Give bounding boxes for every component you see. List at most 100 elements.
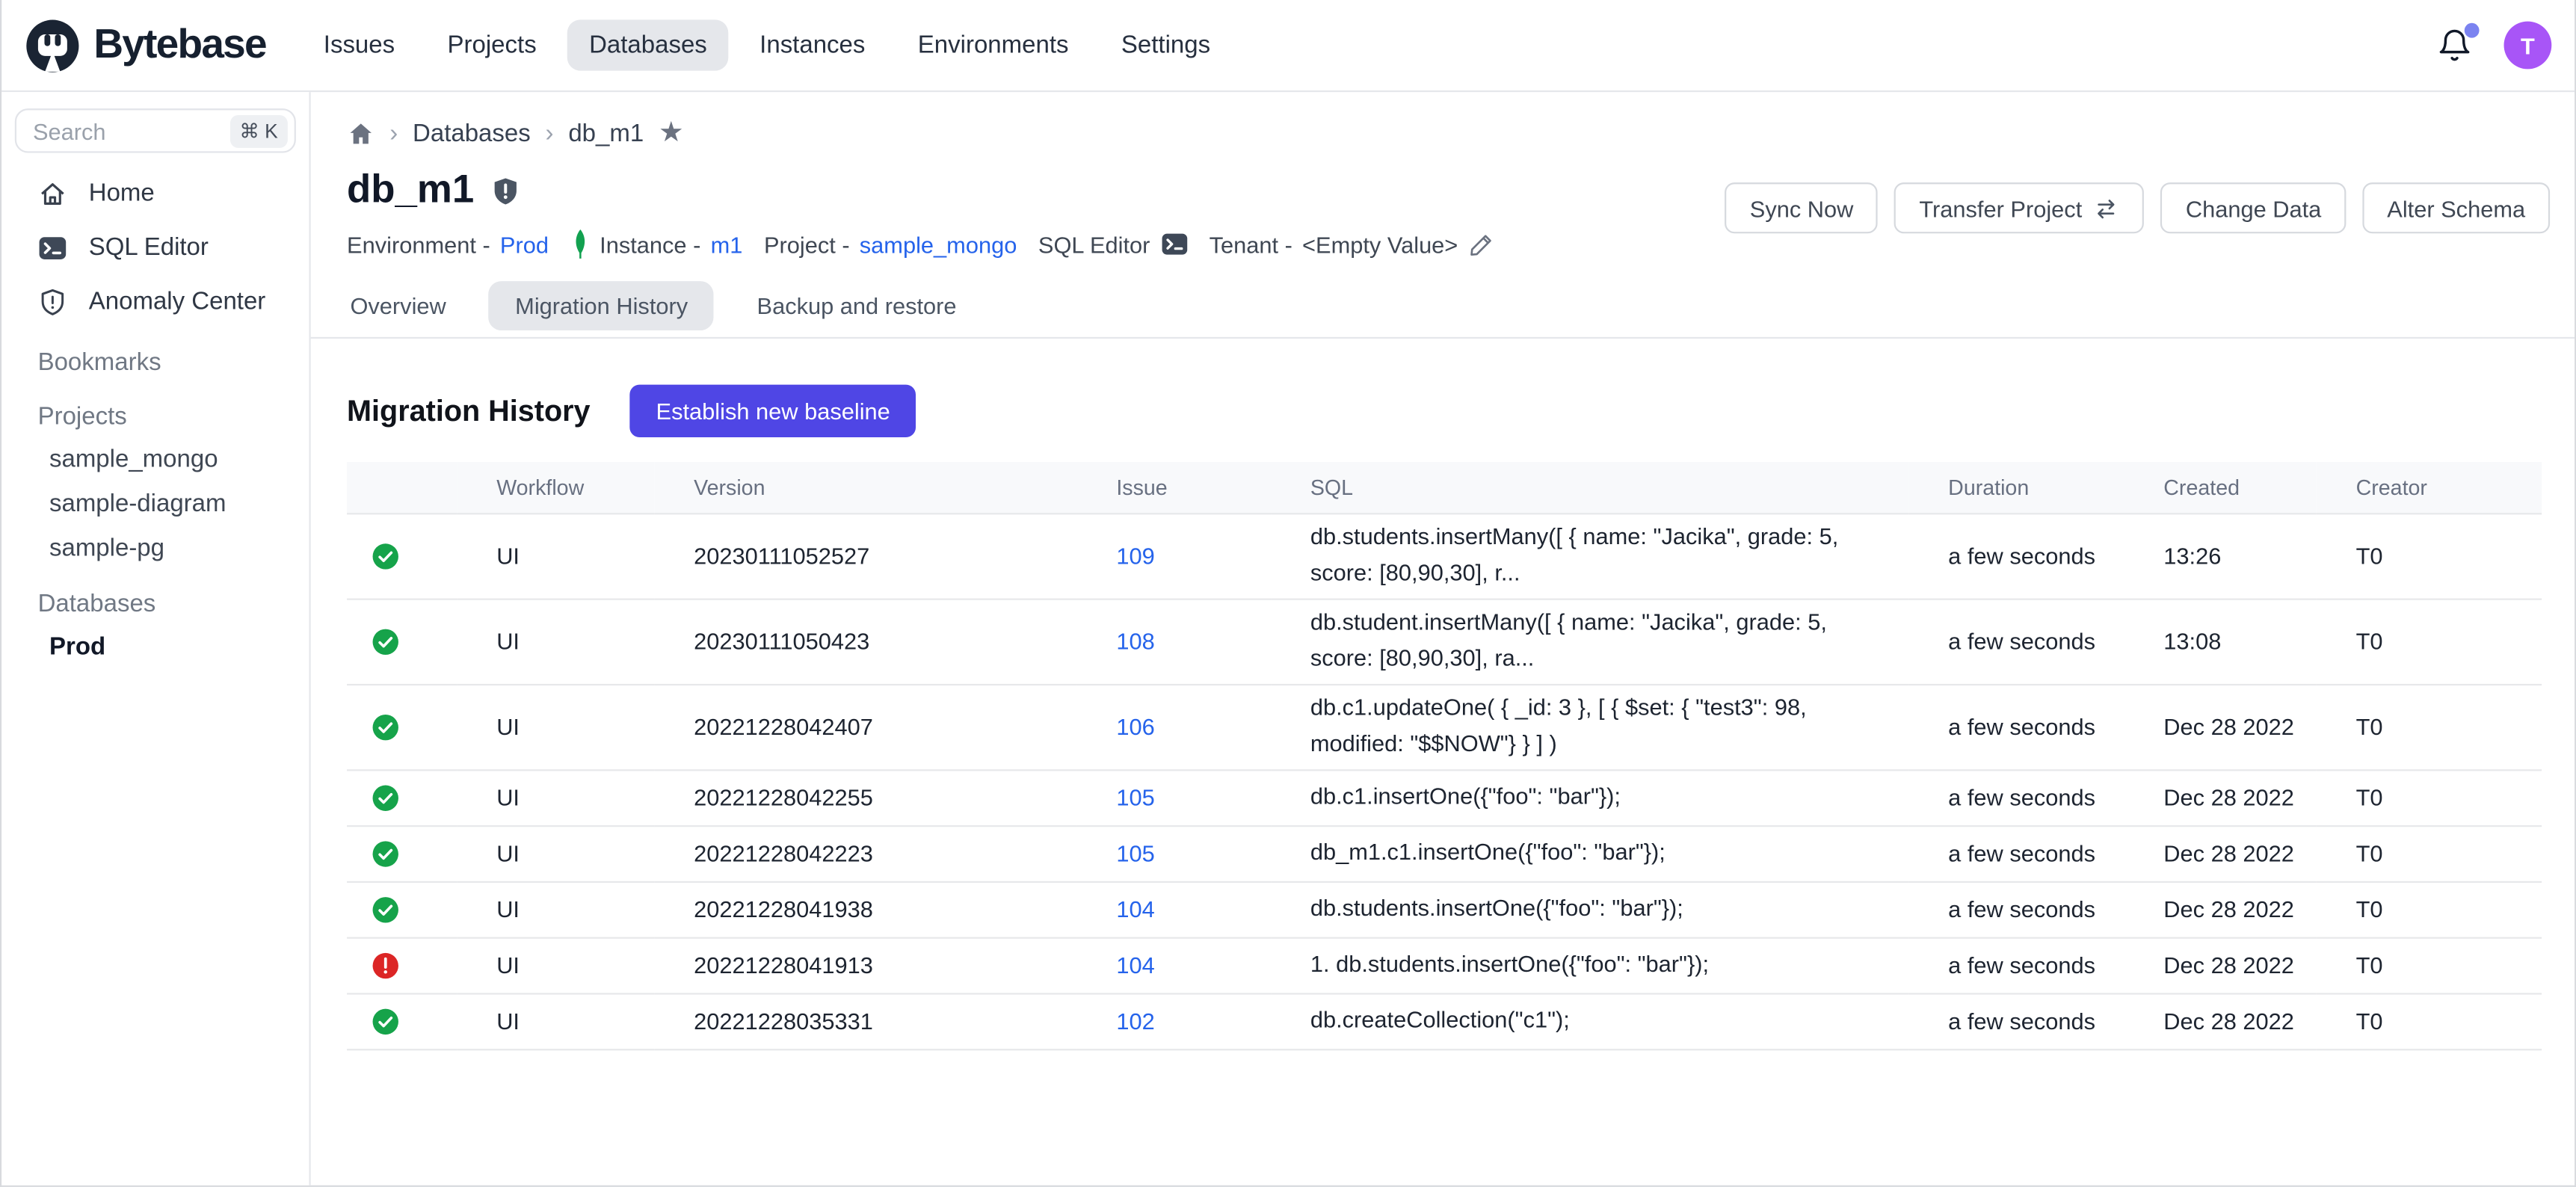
cell-created: Dec 28 2022	[2124, 684, 2316, 769]
sidebar-item-prod[interactable]: Prod	[15, 625, 296, 669]
search-shortcut-badge: ⌘ K	[229, 114, 288, 147]
cell-issue: 109	[1077, 513, 1272, 598]
project-meta: Project - sample_mongo	[764, 231, 1017, 257]
cell-issue: 108	[1077, 599, 1272, 684]
breadcrumb-db-m1[interactable]: db_m1	[568, 119, 644, 147]
migration-row-20221228041913[interactable]: UI202212280419131041. db.students.insert…	[347, 937, 2542, 993]
sidebar-item-sample-pg[interactable]: sample-pg	[15, 526, 296, 570]
sidebar-item-sample-diagram[interactable]: sample-diagram	[15, 481, 296, 525]
sql-editor-label: SQL Editor	[1038, 231, 1150, 257]
sidebar-item-home[interactable]: Home	[15, 166, 296, 221]
project-link[interactable]: sample_mongo	[860, 231, 1017, 257]
nav-item-instances[interactable]: Instances	[739, 19, 887, 70]
migration-row-20230111052527[interactable]: UI20230111052527109db.students.insertMan…	[347, 513, 2542, 598]
edit-pencil-icon[interactable]	[1467, 231, 1494, 257]
nav-item-environments[interactable]: Environments	[896, 19, 1090, 70]
bookmark-star-icon[interactable]: ★	[659, 117, 684, 149]
bytebase-logo[interactable]: Bytebase	[25, 17, 266, 73]
topbar-right: T	[2436, 22, 2551, 70]
migration-row-20221228042223[interactable]: UI20221228042223105db_m1.c1.insertOne({"…	[347, 825, 2542, 881]
cell-version: 20221228041913	[654, 937, 1076, 993]
issue-link[interactable]: 105	[1116, 840, 1154, 866]
breadcrumb: › Databases › db_m1 ★	[347, 117, 2542, 149]
issue-link[interactable]: 104	[1116, 896, 1154, 922]
issue-link[interactable]: 105	[1116, 784, 1154, 810]
success-check-icon	[372, 839, 399, 867]
cell-created: Dec 28 2022	[2124, 825, 2316, 881]
shield-alert-icon	[38, 287, 68, 317]
cell-sql: db_m1.c1.insertOne({"foo": "bar"});	[1271, 825, 1908, 881]
cell-creator: T0	[2317, 825, 2542, 881]
success-check-icon	[372, 712, 399, 740]
sidebar-sections: BookmarksProjectssample_mongosample-diag…	[15, 329, 296, 669]
database-tabs: Overview Migration History Backup and rest…	[347, 281, 2542, 330]
breadcrumb-databases[interactable]: Databases	[413, 119, 531, 147]
cell-creator: T0	[2317, 769, 2542, 825]
cell-version: 20221228042255	[654, 769, 1076, 825]
migration-section-header: Migration History Establish new baseline	[347, 385, 2542, 437]
cell-sql: db.students.insertOne({"foo": "bar"});	[1271, 881, 1908, 937]
cell-issue: 106	[1077, 684, 1272, 769]
sql-editor-meta[interactable]: SQL Editor	[1038, 230, 1188, 258]
migration-row-20221228041938[interactable]: UI20221228041938104db.students.insertOne…	[347, 881, 2542, 937]
cell-duration: a few seconds	[1908, 937, 2124, 993]
nav-item-settings[interactable]: Settings	[1100, 19, 1231, 70]
transfer-project-button[interactable]: Transfer Project	[1894, 182, 2144, 233]
notification-bell-button[interactable]	[2436, 27, 2472, 63]
tab-backup-and-restore[interactable]: Backup and restore	[754, 281, 960, 330]
sidebar-item-sample-mongo[interactable]: sample_mongo	[15, 437, 296, 481]
migration-table-body: UI20230111052527109db.students.insertMan…	[347, 513, 2542, 1049]
issue-link[interactable]: 106	[1116, 713, 1154, 739]
cell-issue: 105	[1077, 825, 1272, 881]
button-label: Change Data	[2186, 195, 2321, 221]
tab-migration-history[interactable]: Migration History	[489, 281, 714, 330]
breadcrumb-separator: ›	[389, 119, 398, 147]
success-check-icon	[372, 895, 399, 923]
tenant-meta: Tenant - <Empty Value>	[1210, 231, 1494, 257]
nav-item-databases[interactable]: Databases	[567, 19, 728, 70]
issue-link[interactable]: 104	[1116, 952, 1154, 978]
success-check-icon	[372, 783, 399, 811]
alter-schema-button[interactable]: Alter Schema	[2362, 182, 2550, 233]
cell-issue: 105	[1077, 769, 1272, 825]
cell-version: 20221228041938	[654, 881, 1076, 937]
environment-link[interactable]: Prod	[500, 231, 549, 257]
issue-link[interactable]: 109	[1116, 543, 1154, 569]
column-header-version: Version	[654, 462, 1076, 513]
search-box[interactable]: ⌘ K	[15, 108, 296, 152]
button-label: Transfer Project	[1919, 195, 2082, 221]
primary-nav: IssuesProjectsDatabasesInstancesEnvironm…	[302, 19, 1231, 70]
change-data-button[interactable]: Change Data	[2161, 182, 2346, 233]
issue-link[interactable]: 102	[1116, 1008, 1154, 1034]
environment-label: Environment -	[347, 231, 490, 257]
instance-label: Instance -	[600, 231, 700, 257]
column-header-duration: Duration	[1908, 462, 2124, 513]
project-label: Project -	[764, 231, 850, 257]
avatar[interactable]: T	[2504, 22, 2552, 70]
tab-overview[interactable]: Overview	[347, 281, 449, 330]
cell-duration: a few seconds	[1908, 769, 2124, 825]
migration-row-20221228042255[interactable]: UI20221228042255105db.c1.insertOne({"foo…	[347, 769, 2542, 825]
cell-sql: db.c1.insertOne({"foo": "bar"});	[1271, 769, 1908, 825]
instance-link[interactable]: m1	[711, 231, 743, 257]
sidebar-item-anomaly-center[interactable]: Anomaly Center	[15, 274, 296, 329]
sidebar-menu: Home SQL Editor Anomaly Center Bookmarks…	[15, 166, 296, 669]
search-input[interactable]	[33, 117, 223, 144]
migration-row-20230111050423[interactable]: UI20230111050423108db.student.insertMany…	[347, 599, 2542, 684]
nav-item-issues[interactable]: Issues	[302, 19, 416, 70]
success-check-icon	[372, 1007, 399, 1035]
table-header-row: WorkflowVersionIssueSQLDurationCreatedCr…	[347, 462, 2542, 513]
nav-item-projects[interactable]: Projects	[426, 19, 558, 70]
migration-row-20221228042407[interactable]: UI20221228042407106db.c1.updateOne( { _i…	[347, 684, 2542, 769]
migration-row-20221228035331[interactable]: UI20221228035331102db.createCollection("…	[347, 993, 2542, 1049]
cell-status	[347, 825, 457, 881]
sync-now-button[interactable]: Sync Now	[1725, 182, 1879, 233]
app-window: Bytebase IssuesProjectsDatabasesInstance…	[0, 0, 2576, 1187]
sidebar-item-sql-editor[interactable]: SQL Editor	[15, 221, 296, 275]
establish-baseline-button[interactable]: Establish new baseline	[629, 385, 916, 437]
issue-link[interactable]: 108	[1116, 628, 1154, 654]
cell-version: 20230111050423	[654, 599, 1076, 684]
cell-issue: 102	[1077, 993, 1272, 1049]
home-breadcrumb-icon[interactable]	[347, 119, 375, 147]
success-check-icon	[372, 542, 399, 570]
